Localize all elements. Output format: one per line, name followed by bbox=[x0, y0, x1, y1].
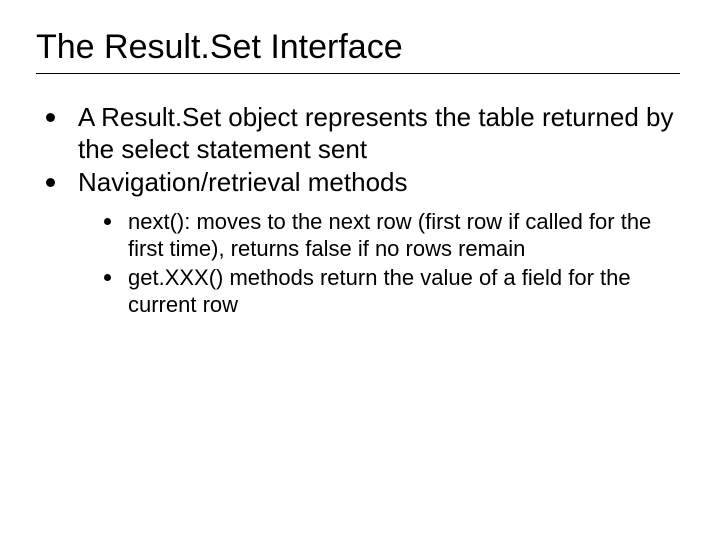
bullet-text: next(): moves to the next row (first row… bbox=[128, 209, 651, 261]
bullet-text: Navigation/retrieval methods bbox=[78, 167, 408, 197]
bullet-text: get.XXX() methods return the value of a … bbox=[128, 265, 631, 317]
slide: The Result.Set Interface A Result.Set ob… bbox=[0, 0, 720, 540]
bullet-list-level2: next(): moves to the next row (first row… bbox=[78, 209, 680, 318]
bullet-text: A Result.Set object represents the table… bbox=[78, 102, 673, 164]
bullet-list-level1: A Result.Set object represents the table… bbox=[36, 102, 680, 318]
title-rule bbox=[36, 73, 680, 74]
list-item: get.XXX() methods return the value of a … bbox=[98, 265, 680, 319]
list-item: Navigation/retrieval methods next(): mov… bbox=[40, 167, 680, 318]
list-item: next(): moves to the next row (first row… bbox=[98, 209, 680, 263]
slide-title: The Result.Set Interface bbox=[36, 28, 680, 67]
list-item: A Result.Set object represents the table… bbox=[40, 102, 680, 165]
